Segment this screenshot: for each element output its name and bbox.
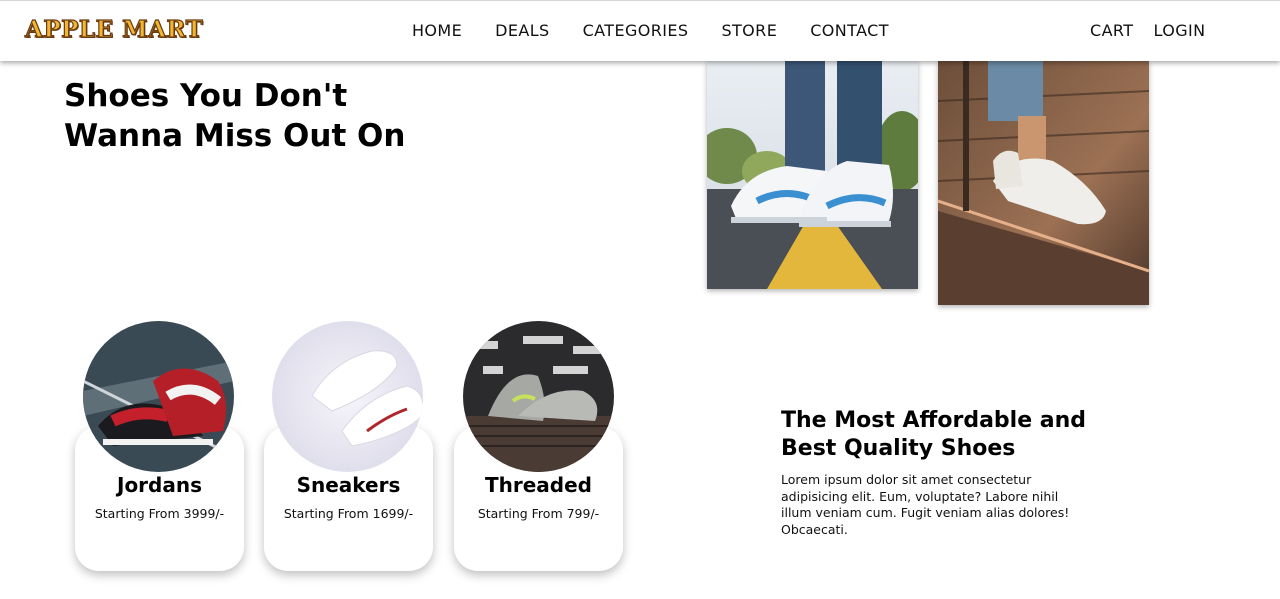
cart-link[interactable]: CART <box>1090 21 1133 40</box>
nav-links: HOME DEALS CATEGORIES STORE CONTACT <box>412 21 889 40</box>
navbar: APPLE MART HOME DEALS CATEGORIES STORE C… <box>0 0 1280 61</box>
nav-link-store[interactable]: STORE <box>721 21 777 40</box>
login-link[interactable]: LOGIN <box>1153 21 1205 40</box>
nav-link-home[interactable]: HOME <box>412 21 462 40</box>
hero-photo-sneakers-on-stairs <box>938 61 1149 305</box>
tagline-description: Lorem ipsum dolor sit amet consectetur a… <box>781 472 1070 537</box>
product-image-jordans <box>83 321 234 472</box>
product-image-sneakers <box>272 321 423 472</box>
hero-photo-sneakers-on-road <box>707 61 918 289</box>
nav-link-deals[interactable]: DEALS <box>495 21 549 40</box>
product-price: Starting From 3999/- <box>94 506 225 521</box>
product-image-threaded <box>463 321 614 472</box>
nav-link-categories[interactable]: CATEGORIES <box>583 21 689 40</box>
tagline-title: The Most Affordable and Best Quality Sho… <box>781 408 1087 461</box>
nav-actions: CART LOGIN <box>1090 21 1205 40</box>
product-name: Jordans <box>117 473 202 497</box>
product-price: Starting From 799/- <box>477 506 600 521</box>
nav-link-contact[interactable]: CONTACT <box>810 21 889 40</box>
product-name: Threaded <box>484 473 592 497</box>
product-name: Sneakers <box>296 473 401 497</box>
product-price: Starting From 1699/- <box>283 506 414 521</box>
brand-logo[interactable]: APPLE MART <box>24 15 203 43</box>
hero-title: Shoes You Don't Wanna Miss Out On <box>64 78 406 154</box>
